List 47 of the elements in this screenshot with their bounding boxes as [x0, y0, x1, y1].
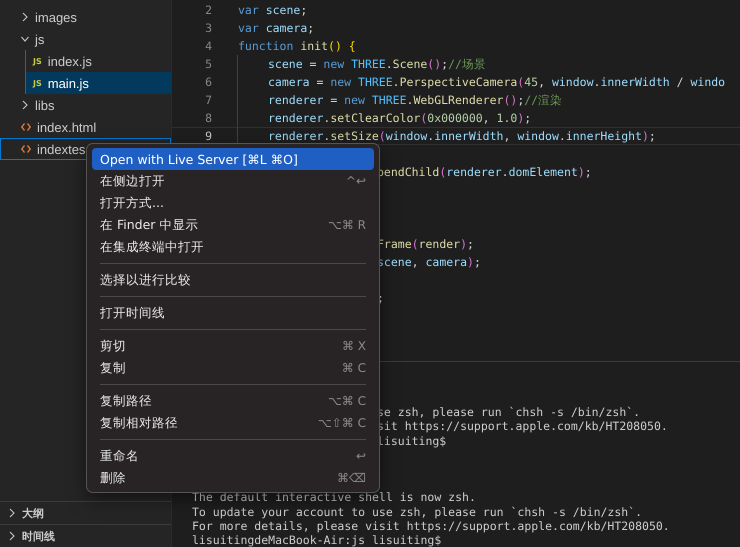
- file-tree-item[interactable]: js: [0, 28, 171, 50]
- menu-item[interactable]: 打开时间线: [92, 302, 374, 324]
- menu-item[interactable]: Open with Live Server [⌘L ⌘O]: [92, 148, 374, 170]
- file-tree-item[interactable]: images: [0, 6, 171, 28]
- menu-item[interactable]: 选择以进行比较: [92, 269, 374, 291]
- code-line: renderer.setSize(window.innerWidth, window.innerHeight);: [268, 129, 656, 143]
- menu-item[interactable]: 剪切 ⌘ X: [92, 335, 374, 357]
- line-number: 5: [204, 57, 212, 71]
- line-number: 8: [204, 111, 212, 125]
- menu-item[interactable]: 复制相对路径 ⌥⇧⌘ C: [92, 412, 374, 434]
- code-line: renderer.setClearColor(0x000000, 1.0);: [268, 111, 532, 125]
- menu-item[interactable]: 打开方式...: [92, 192, 374, 214]
- menu-item[interactable]: 在集成终端中打开: [92, 236, 374, 258]
- code-line: renderer = new THREE.WebGLRenderer();//渲染: [268, 92, 562, 108]
- menu-item[interactable]: 复制 ⌘ C: [92, 357, 374, 379]
- terminal-output-line: To update your account to use zsh, please run `chsh -s /bin/zsh`.: [192, 504, 642, 519]
- line-number: 4: [204, 39, 212, 53]
- code-brackets-icon: [21, 123, 31, 131]
- code-brackets-icon: [21, 145, 31, 153]
- file-tree-item[interactable]: libs: [0, 94, 171, 116]
- menu-item[interactable]: 在侧边打开 ^↩: [92, 170, 374, 192]
- code-line: function init() {: [238, 39, 356, 53]
- line-number: 3: [204, 21, 212, 35]
- js-file-icon: JS: [33, 78, 42, 88]
- line-number: 7: [204, 93, 212, 107]
- terminal-output-line: lisuitingdeMacBook-Air:js lisuiting$: [192, 532, 442, 547]
- terminal-output-line: For more details, please visit https://support.apple.com/kb/HT208050.: [192, 518, 670, 533]
- file-tree-item[interactable]: JS main.js: [26, 72, 171, 94]
- terminal-output-line: lisuiting$: [377, 434, 446, 448]
- line-number: 6: [204, 75, 212, 89]
- file-tree-item[interactable]: index.html: [0, 116, 171, 138]
- code-line: camera = new THREE.PerspectiveCamera(45, window.innerWidth / windo: [268, 75, 726, 89]
- menu-item[interactable]: 删除 ⌘⌫: [92, 467, 374, 489]
- line-number: 2: [204, 3, 212, 17]
- panel-section-header[interactable]: 大纲: [0, 501, 171, 524]
- menu-item[interactable]: 复制路径 ⌥⌘ C: [92, 390, 374, 412]
- menu-item[interactable]: 在 Finder 中显示 ⌥⌘ R: [92, 214, 374, 236]
- file-tree-item[interactable]: JS index.js: [26, 50, 171, 72]
- js-file-icon: JS: [33, 56, 42, 66]
- code-line: var scene;: [238, 3, 308, 17]
- code-line: scene, camera);: [377, 255, 481, 269]
- panel-section-header[interactable]: 时间线: [0, 524, 171, 547]
- code-line: scene = new THREE.Scene();//场景: [268, 56, 486, 72]
- line-number: 9: [204, 129, 212, 143]
- menu-item[interactable]: 重命名 ↩: [92, 445, 374, 467]
- code-line: var camera;: [238, 21, 314, 35]
- code-line: pendChild(renderer.domElement);: [377, 165, 592, 179]
